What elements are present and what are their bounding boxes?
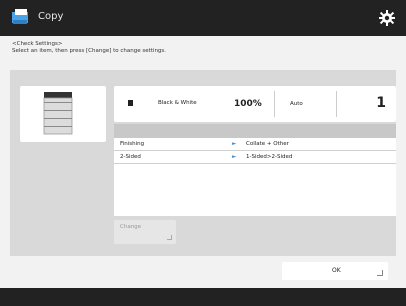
title-bar: Copy	[0, 0, 406, 36]
footer-bar	[0, 288, 406, 306]
setting-name: 2-Sided	[120, 154, 141, 160]
instructions-text: Select an item, then press [Change] to c…	[12, 48, 167, 54]
app-title: Copy	[38, 11, 64, 22]
change-button-label: Change	[120, 224, 142, 230]
list-item[interactable]: Finishing ► Collate + Other	[114, 138, 396, 151]
list-header-strip	[114, 124, 396, 138]
list-item[interactable]: 2-Sided ► 1-Sided>2-Sided	[114, 151, 396, 164]
settings-list: Finishing ► Collate + Other 2-Sided ► 1-…	[114, 138, 396, 216]
copy-quantity: 1	[376, 95, 386, 111]
settings-summary-bar: Black & White 100% Auto 1	[114, 86, 396, 122]
instructions-title: <Check Settings>	[12, 41, 63, 47]
arrow-right-icon: ►	[232, 154, 237, 160]
instructions: <Check Settings> Select an item, then pr…	[12, 41, 166, 55]
paper-select: Auto	[290, 101, 303, 107]
ok-button-label: OK	[332, 267, 341, 274]
copier-icon	[43, 92, 73, 135]
setting-name: Finishing	[120, 141, 145, 147]
divider	[336, 91, 337, 117]
ok-button[interactable]: OK	[282, 262, 388, 280]
button-corner-mark	[167, 235, 172, 240]
setting-value: 1-Sided>2-Sided	[246, 154, 293, 160]
divider	[274, 91, 275, 117]
gear-icon[interactable]	[378, 9, 396, 27]
copy-ratio: 100%	[234, 99, 262, 109]
copier-preview	[20, 86, 106, 142]
setting-value: Collate + Other	[246, 141, 289, 147]
change-button[interactable]: Change	[114, 220, 176, 244]
copy-icon	[12, 9, 28, 24]
color-mode-icon	[128, 100, 133, 106]
arrow-right-icon: ►	[232, 141, 237, 147]
button-corner-mark	[377, 270, 383, 276]
color-mode-label: Black & White	[158, 100, 197, 106]
